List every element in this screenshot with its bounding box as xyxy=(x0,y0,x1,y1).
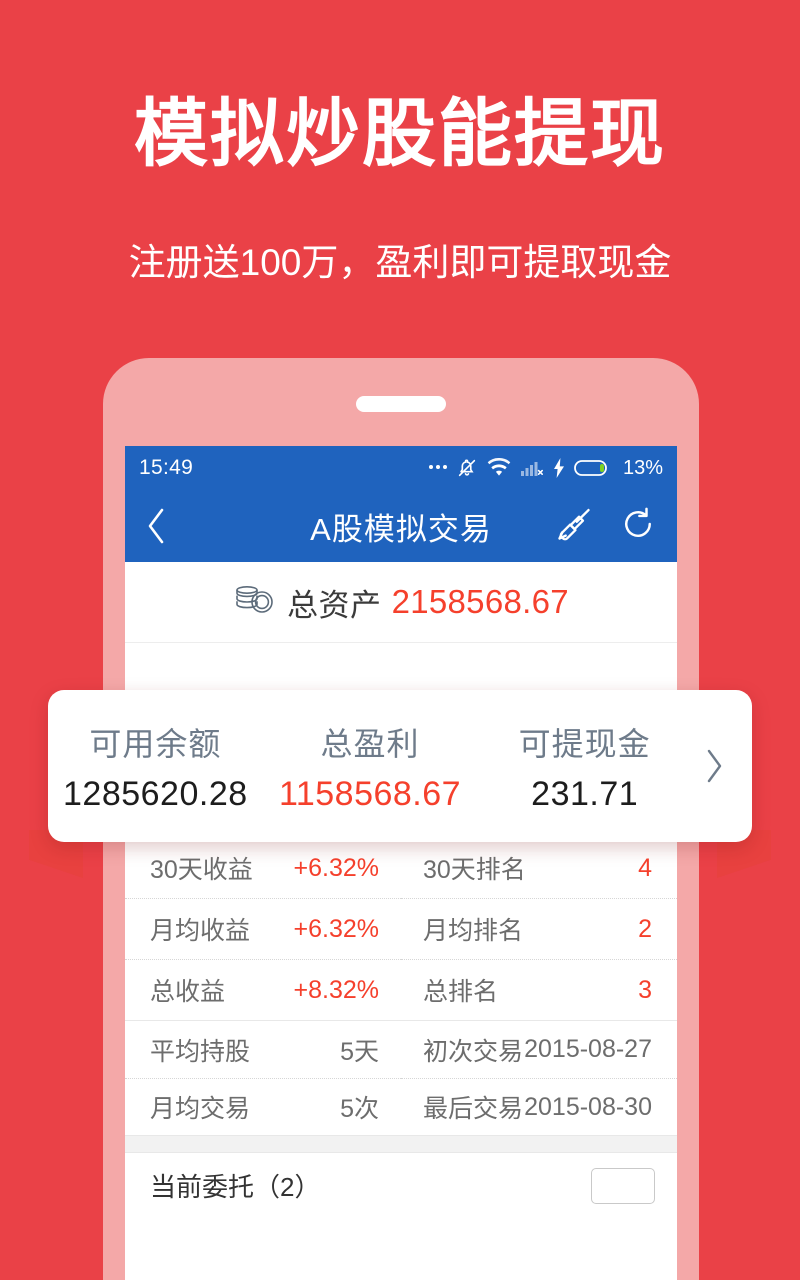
summary-value: 1158568.67 xyxy=(278,774,462,813)
table-row: 总收益 +8.32% 总排名 3 xyxy=(125,959,677,1020)
summary-popup-more-button[interactable] xyxy=(692,748,738,784)
stat-cell: 月均收益 +6.32% xyxy=(125,898,401,959)
chevron-left-icon xyxy=(148,508,164,544)
stat-value: 5天 xyxy=(340,1037,379,1066)
stat-cell: 平均持股 5天 xyxy=(125,1021,401,1078)
stat-value: +8.32% xyxy=(293,975,380,1004)
total-assets-label: 总资产 xyxy=(287,587,382,623)
stat-cell: 总排名 3 xyxy=(401,959,677,1020)
account-overview: 总资产 2158568.67 5天收益 +13.08% 5天排名 5 xyxy=(125,562,677,1204)
battery-percentage: 13% xyxy=(622,456,663,479)
stat-label: 平均持股 xyxy=(150,1037,251,1066)
wifi-icon xyxy=(487,458,511,478)
current-orders-title: 当前委托（2） xyxy=(150,1172,321,1202)
stat-value: 2015-08-30 xyxy=(524,1092,652,1121)
summary-label: 可用余额 xyxy=(89,725,222,762)
summary-popup: 可用余额 1285620.28 总盈利 1158568.67 可提现金 231.… xyxy=(0,690,800,878)
total-assets-value: 2158568.67 xyxy=(391,583,569,620)
summary-label: 总盈利 xyxy=(320,725,420,762)
more-dots-icon xyxy=(428,465,447,469)
activity-stats: 平均持股 5天 初次交易 2015-08-27 月均交易 5次 最后交易 201… xyxy=(125,1021,677,1135)
current-orders-action-button[interactable] xyxy=(591,1167,655,1204)
refresh-icon[interactable] xyxy=(619,505,657,548)
table-row: 月均收益 +6.32% 月均排名 2 xyxy=(125,898,677,959)
section-separator xyxy=(125,1135,677,1153)
stat-label: 月均收益 xyxy=(150,917,251,945)
signal-no-service-icon xyxy=(520,458,544,478)
table-row: 平均持股 5天 初次交易 2015-08-27 xyxy=(125,1021,677,1078)
stat-cell: 总收益 +8.32% xyxy=(125,959,401,1020)
promo-subtitle: 注册送100万，盈利即可提取现金 xyxy=(128,242,672,283)
status-icon-group: 13% xyxy=(428,456,663,480)
stat-value: +6.32% xyxy=(293,914,380,943)
stat-label: 最后交易 xyxy=(423,1095,524,1123)
stat-label: 月均交易 xyxy=(150,1095,251,1123)
stat-label: 总排名 xyxy=(423,978,499,1006)
summary-popup-card[interactable]: 可用余额 1285620.28 总盈利 1158568.67 可提现金 231.… xyxy=(48,690,752,842)
mute-bell-icon xyxy=(456,457,478,479)
stat-value: 2015-08-27 xyxy=(524,1035,652,1063)
nav-bar: A股模拟交易 xyxy=(125,490,677,562)
summary-column-available-balance: 可用余额 1285620.28 xyxy=(48,719,263,814)
promo-headline: 模拟炒股能提现 xyxy=(134,92,666,175)
chevron-right-icon xyxy=(707,749,722,783)
summary-column-withdrawable-cash: 可提现金 231.71 xyxy=(477,719,692,814)
battery-icon xyxy=(574,458,612,478)
current-orders-header: 当前委托（2） xyxy=(125,1153,677,1204)
charging-bolt-icon xyxy=(553,458,565,478)
coins-icon xyxy=(233,582,277,623)
stat-value: 3 xyxy=(638,975,652,1004)
stat-label: 初次交易 xyxy=(423,1037,524,1066)
summary-column-total-profit: 总盈利 1158568.67 xyxy=(263,719,478,814)
total-assets-row: 总资产 2158568.67 xyxy=(125,562,677,643)
promo-page: 模拟炒股能提现 注册送100万，盈利即可提取现金 15:49 13% A股模拟交… xyxy=(0,0,800,1280)
summary-value: 1285620.28 xyxy=(63,774,248,813)
back-button[interactable] xyxy=(145,507,189,545)
phone-speaker xyxy=(356,396,446,412)
status-time: 15:49 xyxy=(139,456,194,479)
summary-value: 231.71 xyxy=(531,774,639,813)
stat-cell: 最后交易 2015-08-30 xyxy=(401,1078,677,1135)
stat-value: 5次 xyxy=(340,1095,379,1123)
summary-label: 可提现金 xyxy=(518,725,651,762)
brush-icon[interactable] xyxy=(555,505,593,548)
table-row: 月均交易 5次 最后交易 2015-08-30 xyxy=(125,1078,677,1135)
stat-cell: 初次交易 2015-08-27 xyxy=(401,1021,677,1078)
stat-cell: 月均排名 2 xyxy=(401,898,677,959)
status-bar: 15:49 13% xyxy=(125,446,677,490)
stat-label: 月均排名 xyxy=(423,917,524,945)
stat-label: 总收益 xyxy=(150,978,226,1006)
stat-cell: 月均交易 5次 xyxy=(125,1078,401,1135)
stat-value: 2 xyxy=(638,914,652,943)
